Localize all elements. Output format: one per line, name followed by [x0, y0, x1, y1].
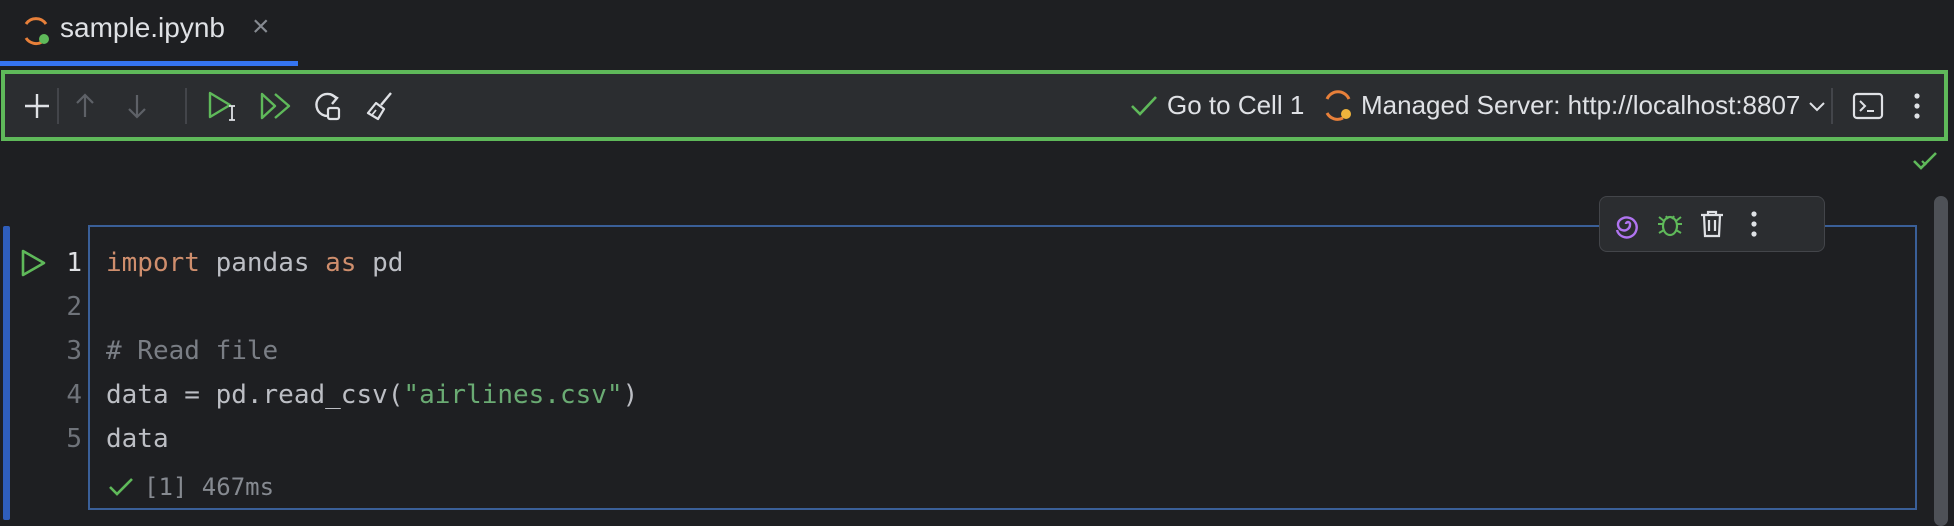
- vertical-scrollbar[interactable]: [1934, 196, 1948, 526]
- string-literal: "airlines.csv": [403, 380, 623, 410]
- jupyter-server-icon: [1325, 89, 1351, 121]
- add-icon: [25, 93, 49, 118]
- add-cell-button[interactable]: [15, 74, 59, 137]
- active-tab-indicator: [0, 61, 298, 66]
- delete-cell-button[interactable]: [1690, 197, 1734, 251]
- open-terminal-button[interactable]: [1845, 74, 1891, 137]
- restart-kernel-button[interactable]: [305, 74, 351, 137]
- more-icon: [1914, 92, 1920, 119]
- execution-success-icon: [109, 478, 133, 496]
- trash-icon: [1701, 210, 1723, 238]
- ai-assistant-button[interactable]: [1606, 197, 1650, 251]
- code-token: data = pd.read_csv(: [106, 380, 404, 410]
- execution-count-time: [1] 467ms: [144, 473, 275, 501]
- code-editor[interactable]: import pandas as pd # Read file data = p…: [106, 246, 638, 466]
- move-cell-up-button[interactable]: [63, 74, 107, 137]
- run-all-icon: [260, 92, 291, 119]
- clear-outputs-button[interactable]: [357, 74, 403, 137]
- jupyter-icon: [24, 17, 49, 46]
- execution-status: [1] 467ms: [108, 470, 274, 504]
- move-cell-down-button[interactable]: [115, 74, 159, 137]
- code-line-1: import pandas as pd: [106, 246, 638, 290]
- server-label: Managed Server: http://localhost:8807: [1361, 90, 1801, 120]
- toolbar-separator: [57, 88, 59, 124]
- keyword: as: [325, 248, 357, 278]
- editor-tab-bar: sample.ipynb ×: [0, 0, 1954, 66]
- ai-spiral-icon: [1615, 216, 1638, 239]
- run-all-button[interactable]: [253, 74, 299, 137]
- clear-outputs-icon: [366, 91, 392, 120]
- run-cell-icon: [208, 91, 235, 121]
- terminal-icon: [1852, 92, 1884, 119]
- move-up-icon: [76, 92, 94, 117]
- code-line-5: data: [106, 424, 169, 454]
- check-icon: [1131, 95, 1157, 116]
- more-icon: [1751, 211, 1757, 237]
- run-cell-gutter-icon[interactable]: [18, 248, 48, 278]
- debug-cell-button[interactable]: [1648, 197, 1692, 251]
- selected-cell-indicator: [3, 226, 10, 520]
- server-selector[interactable]: Managed Server: http://localhost:8807: [1321, 74, 1828, 137]
- tab-label: sample.ipynb: [60, 12, 225, 43]
- keyword: import: [106, 248, 200, 278]
- tab-sample-ipynb[interactable]: sample.ipynb ×: [0, 0, 298, 66]
- code-token: ): [622, 380, 639, 410]
- go-to-cell-label: Go to Cell 1: [1167, 90, 1305, 120]
- code-token: pandas: [199, 248, 326, 278]
- cell-more-button[interactable]: [1732, 197, 1776, 251]
- line-numbers: 1 2 3 4 5: [52, 246, 82, 466]
- more-options-button[interactable]: [1897, 74, 1937, 137]
- bug-icon: [1658, 215, 1682, 237]
- close-icon[interactable]: ×: [252, 10, 270, 44]
- move-down-icon: [128, 94, 146, 119]
- code-token: pd: [356, 248, 404, 278]
- go-to-cell-button[interactable]: Go to Cell 1: [1129, 74, 1304, 137]
- line-number: 2: [66, 292, 82, 322]
- toolbar-separator: [1831, 88, 1833, 124]
- cell-action-bar: [1599, 196, 1825, 252]
- toolbar-separator: [185, 88, 187, 124]
- line-number: 4: [66, 380, 82, 410]
- code-line-4: data = pd.read_csv("airlines.csv"): [106, 378, 638, 422]
- chevron-down-icon: [1809, 101, 1826, 111]
- run-cell-button[interactable]: [201, 74, 247, 137]
- notebook-toolbar: Go to Cell 1 Managed Server: http://loca…: [1, 70, 1948, 141]
- line-number: 5: [66, 424, 82, 454]
- line-number: 3: [66, 336, 82, 366]
- restart-kernel-icon: [315, 92, 341, 120]
- file-status-check-icon: [1913, 152, 1937, 170]
- code-line-3: # Read file: [106, 336, 279, 366]
- line-number: 1: [66, 248, 82, 278]
